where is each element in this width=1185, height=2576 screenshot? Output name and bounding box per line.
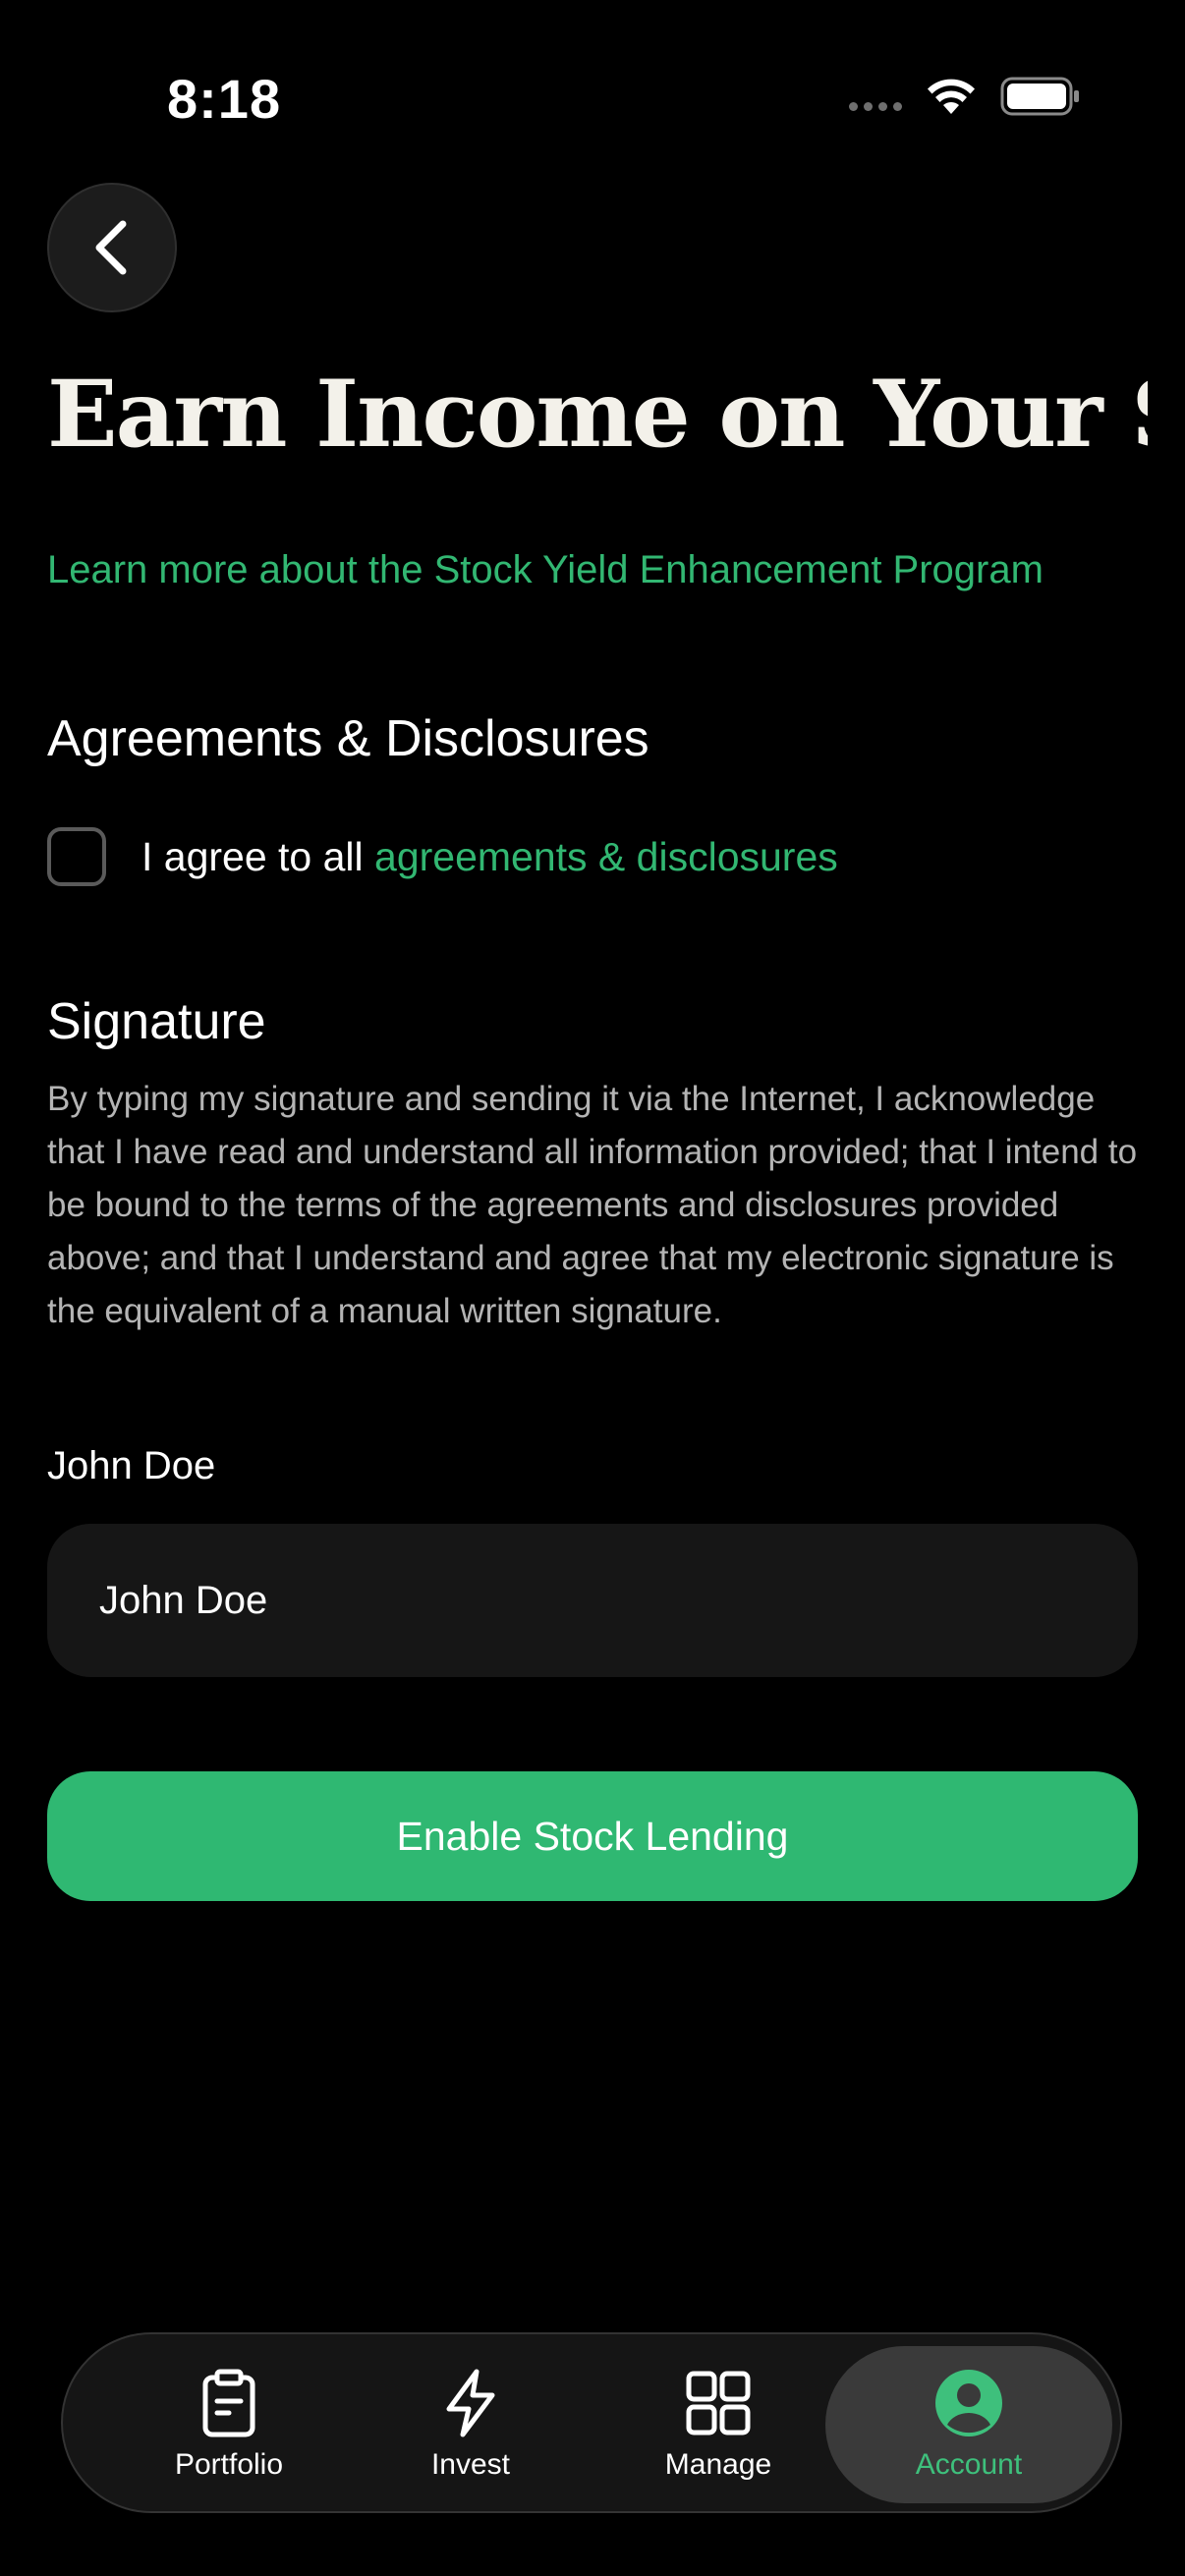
signature-disclosure-text: By typing my signature and sending it vi… [47, 1080, 1138, 1330]
tab-manage[interactable]: Manage [595, 2346, 841, 2503]
back-button[interactable] [47, 183, 177, 312]
agree-prefix: I agree to all [141, 833, 375, 879]
learn-more-link[interactable]: Learn more about the Stock Yield Enhance… [47, 548, 1044, 592]
agree-checkbox[interactable] [47, 827, 106, 886]
stock-lending-screen: 8:18 Earn Income on Your S... Learn more… [0, 0, 1185, 2576]
grid-icon [686, 2371, 751, 2436]
status-bar: 8:18 [0, 0, 1185, 196]
tab-bar: Portfolio Invest Manage Account [61, 2332, 1122, 2513]
agree-row: I agree to all agreements & disclosures [47, 827, 838, 886]
enable-stock-lending-button[interactable]: Enable Stock Lending [47, 1771, 1138, 1901]
agreements-heading: Agreements & Disclosures [47, 710, 649, 767]
agree-text: I agree to all agreements & disclosures [141, 834, 838, 880]
battery-icon [1000, 77, 1079, 116]
tab-label: Account [915, 2448, 1023, 2481]
tab-label: Invest [430, 2448, 511, 2481]
signature-heading: Signature [47, 993, 266, 1050]
cellular-signal-icon [849, 102, 902, 111]
signature-name-label: John Doe [47, 1444, 216, 1487]
page-title: Earn Income on Your S... [47, 361, 1148, 469]
tab-invest[interactable]: Invest [348, 2346, 593, 2503]
tab-portfolio[interactable]: Portfolio [106, 2346, 352, 2503]
agreements-link[interactable]: agreements & disclosures [374, 834, 838, 879]
chevron-left-icon [95, 220, 127, 275]
clipboard-icon [202, 2369, 255, 2437]
tab-label: Portfolio [174, 2448, 284, 2481]
user-circle-icon [935, 2370, 1002, 2436]
lightning-icon [446, 2369, 495, 2437]
wifi-icon [928, 79, 975, 114]
tab-label: Manage [664, 2448, 772, 2481]
signature-input[interactable] [47, 1524, 1138, 1677]
tab-account[interactable]: Account [825, 2346, 1112, 2503]
status-time: 8:18 [167, 68, 282, 130]
